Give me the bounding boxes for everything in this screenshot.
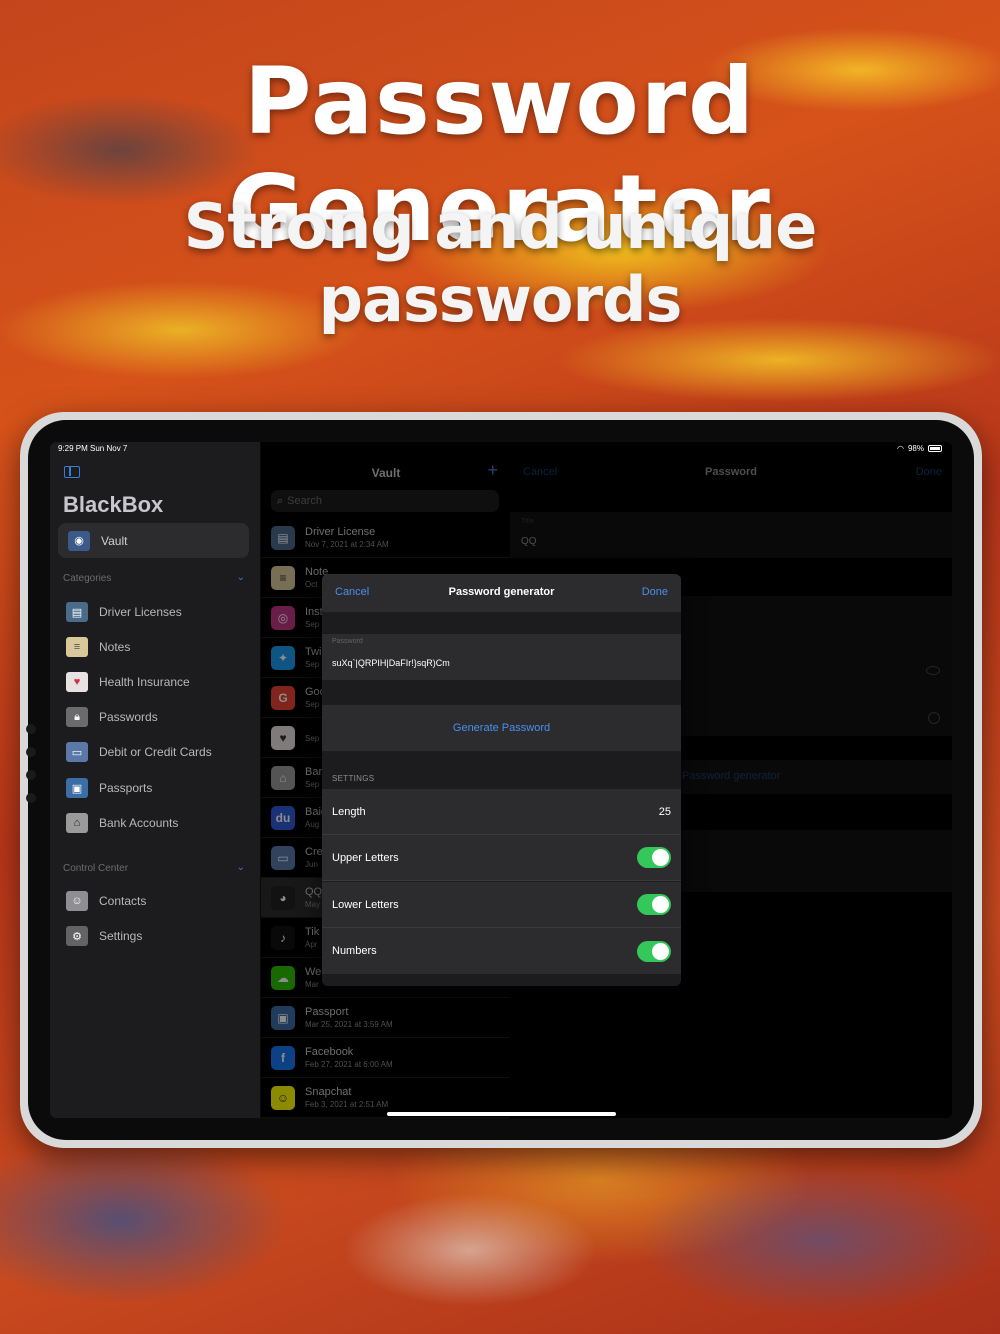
ipad-screen: BlackBox ◉ Vault Categories ⌄ ▤ Driver L… <box>50 442 952 1118</box>
lock-icon: 🔒︎ <box>66 707 88 727</box>
sidebar-item-passports[interactable]: ▣ Passports <box>66 777 152 799</box>
lower-letters-toggle[interactable] <box>637 894 671 915</box>
chevron-down-icon[interactable]: ⌄ <box>237 572 245 583</box>
sidebar-item-cards[interactable]: ▭ Debit or Credit Cards <box>66 741 212 763</box>
status-bar: 9:29 PM Sun Nov 7 ◠ 98% <box>50 442 952 456</box>
status-time: 9:29 PM Sun Nov 7 <box>58 444 128 453</box>
vault-icon: ◉ <box>68 530 90 551</box>
sidebar-item-label: Debit or Credit Cards <box>99 745 212 759</box>
lower-letters-label: Lower Letters <box>332 898 399 911</box>
sidebar-item-label: Bank Accounts <box>99 816 179 830</box>
sidebar-item-bank-accounts[interactable]: ⌂ Bank Accounts <box>66 812 178 834</box>
categories-header[interactable]: Categories ⌄ <box>63 572 245 584</box>
chevron-down-icon[interactable]: ⌄ <box>237 862 245 873</box>
sidebar-item-driver-licenses[interactable]: ▤ Driver Licenses <box>66 601 182 623</box>
categories-label: Categories <box>63 573 112 584</box>
sidebar-item-vault[interactable]: ◉ Vault <box>58 523 249 558</box>
sidebar-item-label: Contacts <box>99 894 147 908</box>
length-value[interactable]: 25 <box>659 806 671 818</box>
control-center-header[interactable]: Control Center ⌄ <box>63 862 245 874</box>
control-center-label: Control Center <box>63 863 129 874</box>
note-icon: ≡ <box>66 637 88 657</box>
upper-letters-label: Upper Letters <box>332 851 399 864</box>
bank-icon: ⌂ <box>66 813 88 833</box>
modal-done-button[interactable]: Done <box>642 586 668 598</box>
sidebar-item-settings[interactable]: ⚙ Settings <box>66 925 142 947</box>
sidebar-item-label: Passwords <box>99 710 158 724</box>
battery-percent: 98% <box>907 444 924 453</box>
home-indicator[interactable] <box>387 1112 616 1116</box>
sidebar-item-health-insurance[interactable]: ♥ Health Insurance <box>66 671 190 693</box>
heart-icon: ♥ <box>66 672 88 692</box>
id-card-icon: ▤ <box>66 602 88 622</box>
wifi-icon: ◠ <box>897 444 904 453</box>
password-generator-modal: Cancel Password generator Done Password … <box>322 574 681 986</box>
upper-letters-toggle[interactable] <box>637 847 671 868</box>
upper-letters-row: Upper Letters <box>322 835 681 881</box>
passport-icon: ▣ <box>66 778 88 798</box>
password-field-label: Password <box>332 638 363 645</box>
password-field[interactable]: Password suXq`|QRPIH|DaFIr!}sqR)Cm <box>322 634 681 680</box>
gear-icon: ⚙ <box>66 926 88 946</box>
sidebar-item-contacts[interactable]: ☺ Contacts <box>66 890 146 912</box>
modal-title: Password generator <box>448 586 555 598</box>
length-label: Length <box>332 805 366 818</box>
sidebar: BlackBox ◉ Vault Categories ⌄ ▤ Driver L… <box>50 442 260 1118</box>
sidebar-item-label: Health Insurance <box>99 675 190 689</box>
status-right: ◠ 98% <box>897 444 942 453</box>
password-field-value[interactable]: suXq`|QRPIH|DaFIr!}sqR)Cm <box>332 658 450 668</box>
sidebar-item-label: Passports <box>99 781 153 795</box>
credit-card-icon: ▭ <box>66 742 88 762</box>
sidebar-item-label: Driver Licenses <box>99 605 182 619</box>
sidebar-item-label: Settings <box>99 929 143 943</box>
camera-sensors <box>26 724 36 816</box>
contacts-icon: ☺ <box>66 891 88 911</box>
numbers-toggle[interactable] <box>637 940 671 962</box>
sidebar-item-passwords[interactable]: 🔒︎ Passwords <box>66 706 158 728</box>
sidebar-item-label: Vault <box>101 533 128 548</box>
generate-password-button[interactable]: Generate Password <box>322 705 681 751</box>
numbers-label: Numbers <box>332 945 377 957</box>
sidebar-item-label: Notes <box>99 640 131 654</box>
numbers-row: Numbers <box>322 928 681 974</box>
battery-icon <box>928 445 942 452</box>
hero-subtitle: Strong and unique passwords <box>183 190 818 336</box>
app-name: BlackBox <box>63 492 164 517</box>
sidebar-item-notes[interactable]: ≡ Notes <box>66 636 130 658</box>
modal-header: Cancel Password generator Done <box>322 574 681 612</box>
lower-letters-row: Lower Letters <box>322 882 681 928</box>
length-row[interactable]: Length 25 <box>322 789 681 835</box>
settings-header: SETTINGS <box>332 774 375 783</box>
sidebar-toggle-icon[interactable] <box>64 466 80 478</box>
